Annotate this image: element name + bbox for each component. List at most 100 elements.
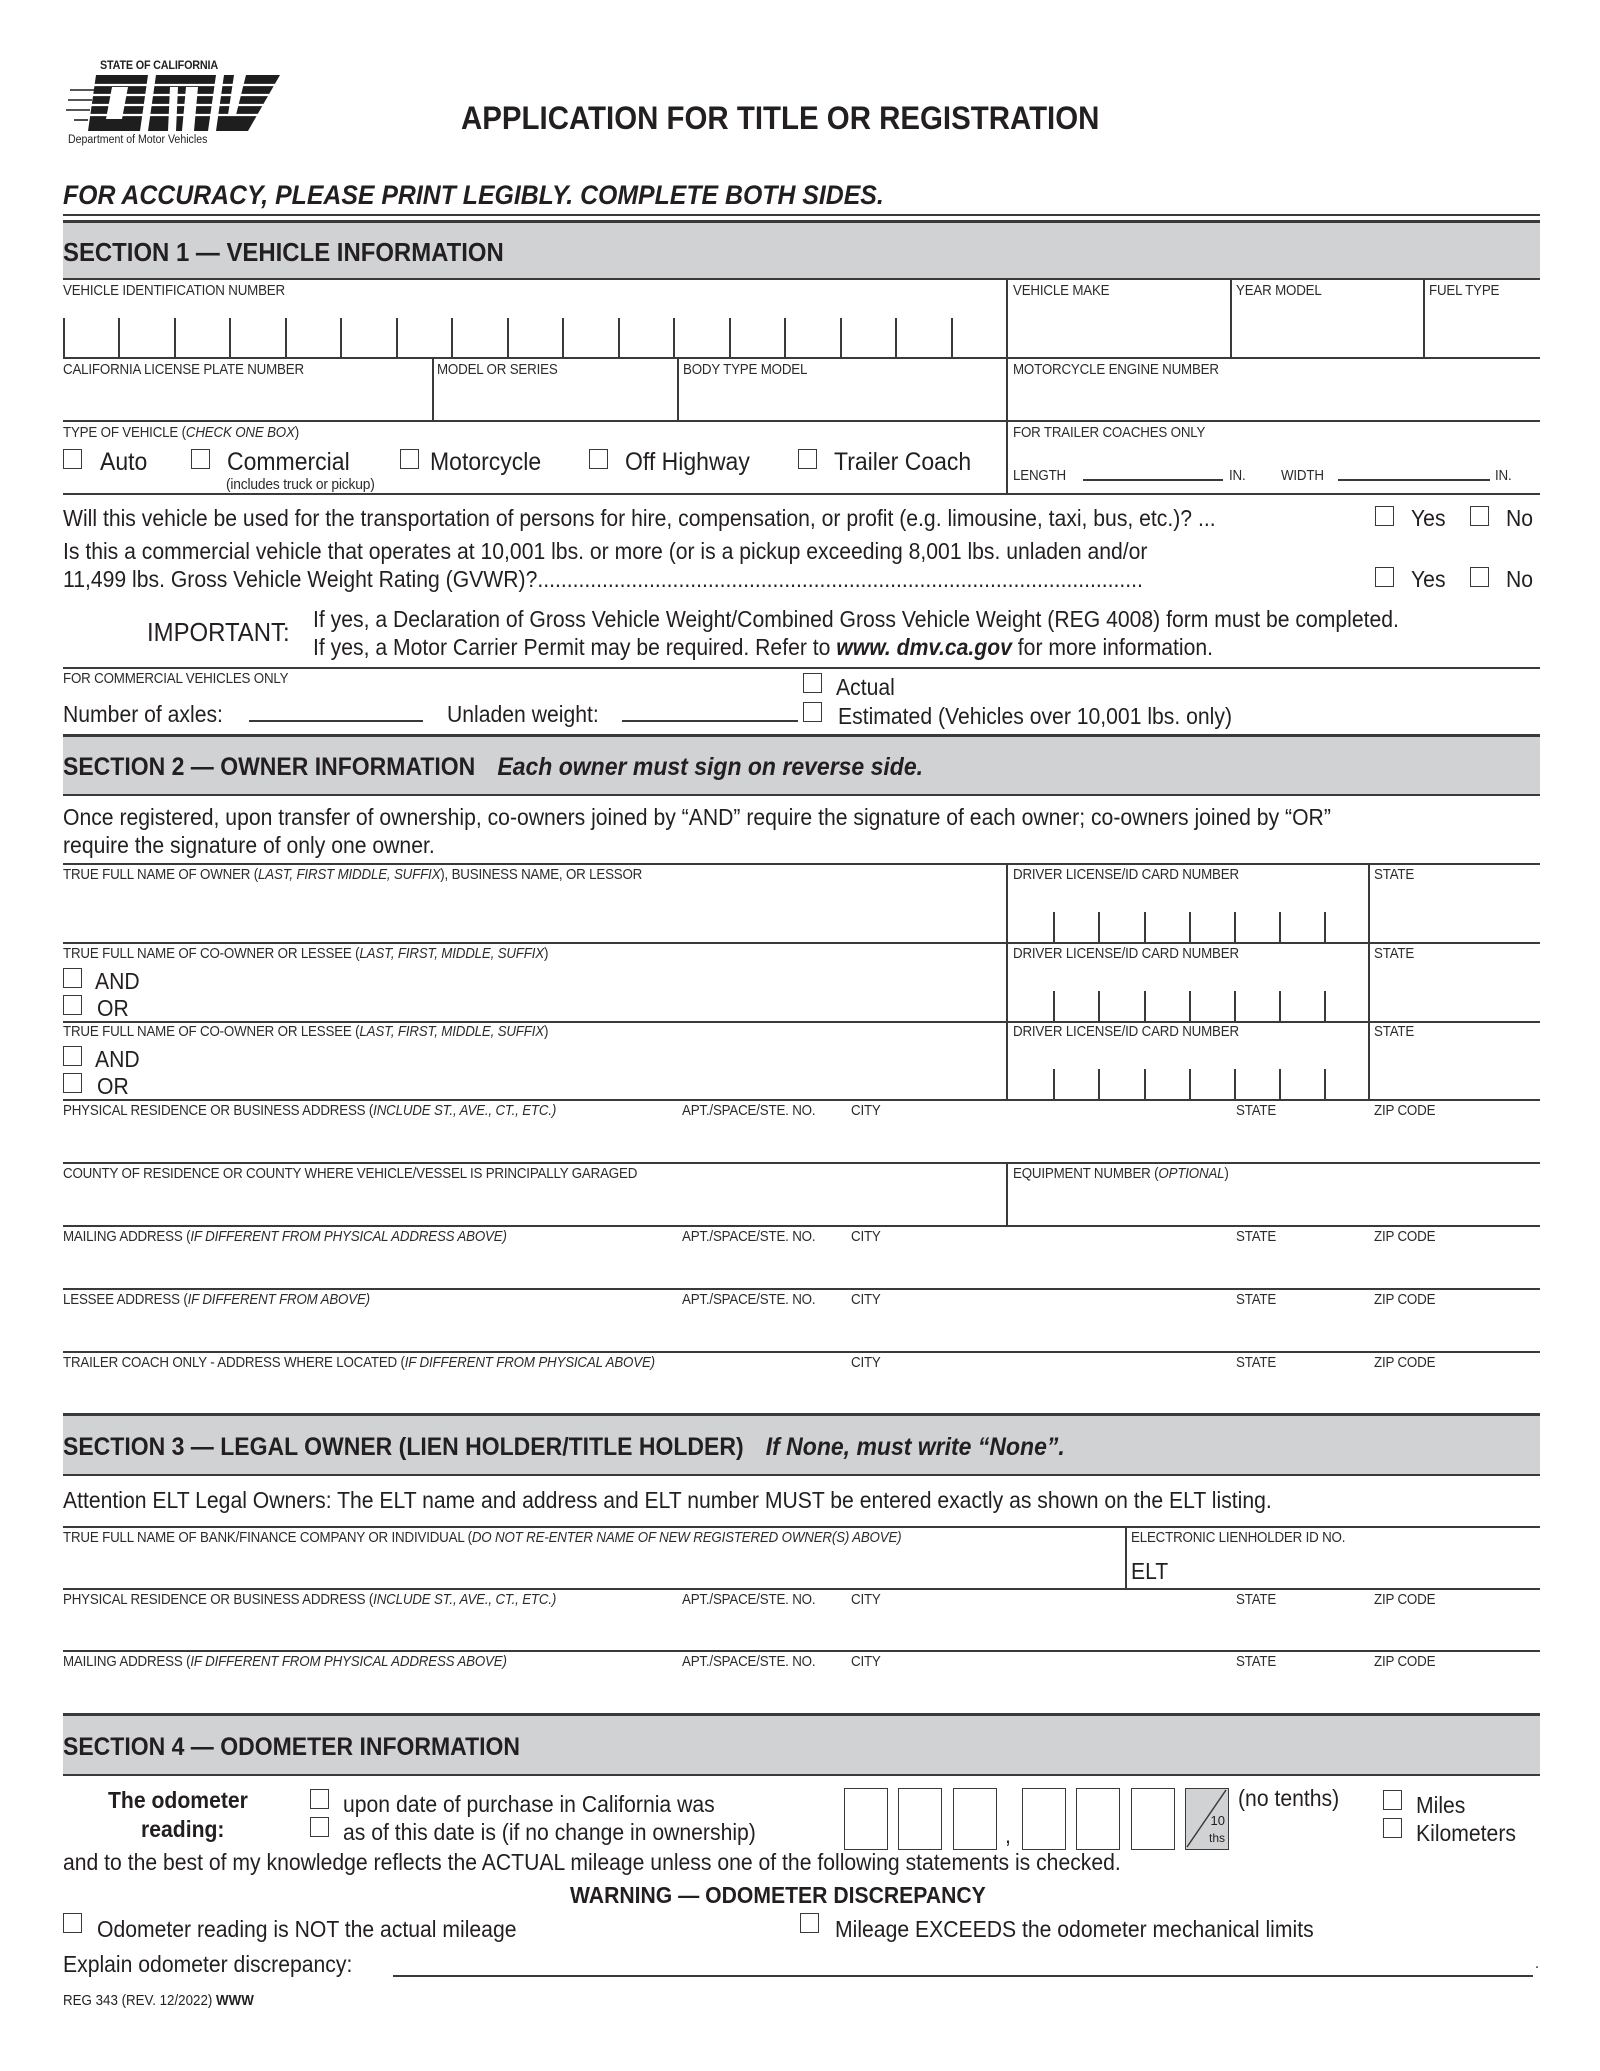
lessee-address-zip-input[interactable] xyxy=(1374,1313,1538,1349)
lien-mailing-address-street-input[interactable] xyxy=(66,1675,680,1711)
dl-box-divider xyxy=(1053,912,1055,942)
coowner-name-input[interactable] xyxy=(140,969,1004,1017)
state-input[interactable] xyxy=(1374,969,1538,1017)
coowner-name-input[interactable] xyxy=(140,1047,1004,1095)
year-model-input[interactable] xyxy=(1236,306,1425,356)
actual-checkbox[interactable] xyxy=(803,673,822,693)
lessee-address-apt-input[interactable] xyxy=(682,1313,851,1349)
driver-license-label: DRIVER LICENSE/ID CARD NUMBER xyxy=(1013,1024,1239,1040)
bank-name-input[interactable] xyxy=(66,1552,1124,1588)
mailing-address-apt-input[interactable] xyxy=(682,1250,851,1286)
bank-name-label: TRUE FULL NAME OF BANK/FINANCE COMPANY O… xyxy=(63,1530,902,1546)
trailer-location-city-input[interactable] xyxy=(851,1376,1235,1412)
axles-input[interactable] xyxy=(249,720,423,722)
coowner-and-checkbox[interactable] xyxy=(63,968,82,988)
as-of-date-checkbox[interactable] xyxy=(310,1817,329,1837)
vin-box-divider xyxy=(340,318,342,358)
driver-license-input[interactable] xyxy=(1008,900,1368,942)
hire-no-checkbox[interactable] xyxy=(1470,506,1489,526)
driver-license-input[interactable] xyxy=(1008,979,1368,1021)
width-input[interactable] xyxy=(1338,479,1490,481)
state-input[interactable] xyxy=(1374,890,1538,938)
weight-no-label: No xyxy=(1506,566,1534,592)
lien-physical-address-city-input[interactable] xyxy=(851,1613,1235,1649)
lien-mailing-address-zip-input[interactable] xyxy=(1374,1675,1538,1711)
dl-box-divider xyxy=(1234,912,1236,942)
vin-box-divider xyxy=(118,318,120,358)
physical-address-city-input[interactable] xyxy=(851,1124,1235,1160)
no-tenths-label: (no tenths) xyxy=(1238,1785,1340,1811)
license-plate-input[interactable] xyxy=(66,382,434,420)
auto-checkbox[interactable] xyxy=(63,449,82,469)
vin-box-divider xyxy=(396,318,398,358)
weight-no-checkbox[interactable] xyxy=(1470,567,1489,587)
unladen-input[interactable] xyxy=(622,720,798,722)
coowner-or-checkbox[interactable] xyxy=(63,995,82,1015)
lessee-address-state-input[interactable] xyxy=(1236,1313,1370,1349)
odometer-digit-6[interactable] xyxy=(1131,1788,1175,1850)
driver-license-input[interactable] xyxy=(1008,1057,1368,1099)
explain-discrepancy-input[interactable] xyxy=(393,1975,1533,1977)
exceeds-limits-checkbox[interactable] xyxy=(800,1913,819,1933)
mailing-address-zip-input[interactable] xyxy=(1374,1250,1538,1286)
lien-mailing-address-apt-input[interactable] xyxy=(682,1675,851,1711)
hire-yes-checkbox[interactable] xyxy=(1375,506,1394,526)
city-label: CITY xyxy=(851,1592,881,1608)
weight-yes-checkbox[interactable] xyxy=(1375,567,1394,587)
owner-name-input[interactable] xyxy=(66,890,1005,938)
physical-address-state-input[interactable] xyxy=(1236,1124,1370,1160)
county-input[interactable] xyxy=(66,1188,1005,1224)
estimated-checkbox[interactable] xyxy=(803,702,822,722)
off-highway-checkbox[interactable] xyxy=(589,449,608,469)
city-label: CITY xyxy=(851,1103,881,1119)
mailing-address-street-input[interactable] xyxy=(66,1250,680,1286)
lien-physical-address-state-input[interactable] xyxy=(1236,1613,1370,1649)
mailing-address-city-input[interactable] xyxy=(851,1250,1235,1286)
not-actual-checkbox[interactable] xyxy=(63,1913,82,1933)
commercial-checkbox[interactable] xyxy=(191,449,210,469)
trailer-coach-checkbox[interactable] xyxy=(798,449,817,469)
lessee-address-street-input[interactable] xyxy=(66,1313,680,1349)
kilometers-checkbox[interactable] xyxy=(1383,1818,1402,1838)
vehicle-make-input[interactable] xyxy=(1012,306,1228,356)
trailer-location-state-input[interactable] xyxy=(1236,1376,1370,1412)
state-input[interactable] xyxy=(1374,1047,1538,1095)
lien-physical-address-street-input[interactable] xyxy=(66,1613,680,1649)
lessee-address-city-input[interactable] xyxy=(851,1313,1235,1349)
vin-input[interactable] xyxy=(63,318,1007,358)
auto-label: Auto xyxy=(100,448,148,476)
odometer-digit-3[interactable] xyxy=(953,1788,997,1850)
vin-box-divider xyxy=(507,318,509,358)
fuel-type-input[interactable] xyxy=(1429,306,1541,356)
odometer-digit-5[interactable] xyxy=(1076,1788,1120,1850)
trailer-location-label: TRAILER COACH ONLY - ADDRESS WHERE LOCAT… xyxy=(63,1355,655,1371)
model-series-input[interactable] xyxy=(437,382,677,420)
mailing-address-state-input[interactable] xyxy=(1236,1250,1370,1286)
odometer-digit-1[interactable] xyxy=(844,1788,888,1850)
engine-number-input[interactable] xyxy=(1013,382,1539,420)
commercial-only-label: FOR COMMERCIAL VEHICLES ONLY xyxy=(63,671,289,687)
odometer-digit-2[interactable] xyxy=(898,1788,942,1850)
odometer-digit-4[interactable] xyxy=(1022,1788,1066,1850)
dl-box-divider xyxy=(1053,991,1055,1021)
miles-checkbox[interactable] xyxy=(1383,1790,1402,1810)
lien-mailing-address-city-input[interactable] xyxy=(851,1675,1235,1711)
trailer-location-street-input[interactable] xyxy=(66,1376,680,1412)
length-input[interactable] xyxy=(1083,479,1223,481)
physical-address-apt-input[interactable] xyxy=(682,1124,851,1160)
trailer-location-zip-input[interactable] xyxy=(1374,1376,1538,1412)
lien-mailing-address-state-input[interactable] xyxy=(1236,1675,1370,1711)
coowner-and-label: AND xyxy=(95,1046,140,1072)
elt-id-input[interactable] xyxy=(1175,1554,1539,1588)
motorcycle-checkbox[interactable] xyxy=(400,449,419,469)
lien-physical-address-apt-input[interactable] xyxy=(682,1613,851,1649)
purchase-date-checkbox[interactable] xyxy=(310,1789,329,1809)
body-type-input[interactable] xyxy=(683,382,1007,420)
lien-physical-address-zip-input[interactable] xyxy=(1374,1613,1538,1649)
physical-address-street-input[interactable] xyxy=(66,1124,680,1160)
coowner-or-checkbox[interactable] xyxy=(63,1073,82,1093)
dmv-website-link[interactable]: www. dmv.ca.gov xyxy=(836,634,1012,660)
coowner-and-checkbox[interactable] xyxy=(63,1046,82,1066)
physical-address-zip-input[interactable] xyxy=(1374,1124,1538,1160)
equipment-number-input[interactable] xyxy=(1013,1188,1537,1224)
